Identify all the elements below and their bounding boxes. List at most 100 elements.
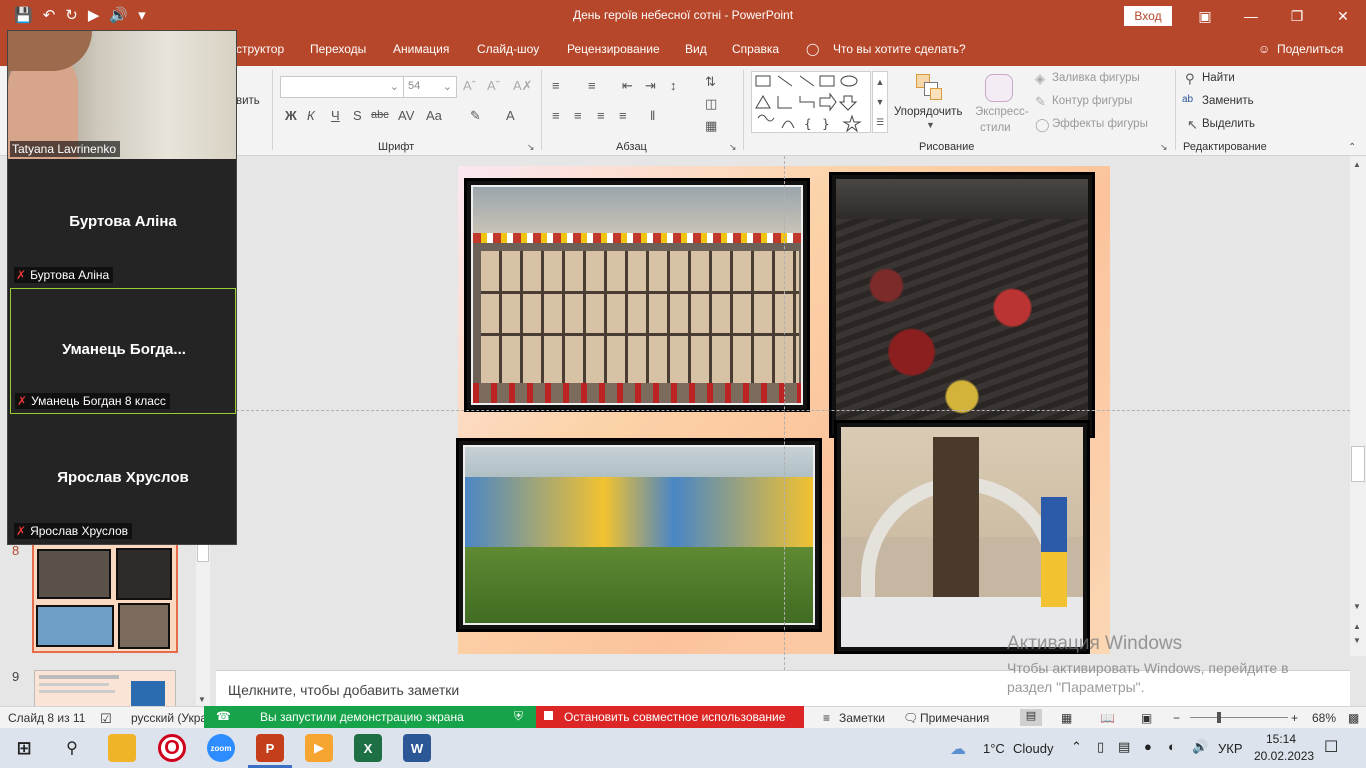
scroll-up-icon[interactable]: ▲ <box>1353 160 1361 169</box>
shapes-gallery-scroll[interactable]: ▲ ▼ ☰ <box>872 71 888 133</box>
quick-styles-button[interactable]: Экспресс- <box>975 106 1029 118</box>
shape-effects-button[interactable]: Эффекты фигуры <box>1052 118 1148 130</box>
tab-animation[interactable]: Анимация <box>393 42 449 56</box>
line-spacing-icon[interactable]: ↕ <box>670 78 677 93</box>
powerpoint-icon[interactable]: P <box>256 734 284 762</box>
clock-date[interactable]: 20.02.2023 <box>1254 749 1314 763</box>
slideshow-view-icon[interactable]: ▣ <box>1141 711 1152 725</box>
clear-format-icon[interactable]: A✗ <box>513 78 533 94</box>
align-center-icon[interactable]: ≡ <box>574 108 582 123</box>
zoom-out-button[interactable]: − <box>1173 711 1180 725</box>
align-left-icon[interactable]: ≡ <box>552 108 560 123</box>
slide-sorter-icon[interactable]: ▦ <box>1061 711 1072 725</box>
tab-transitions[interactable]: Переходы <box>310 42 366 56</box>
microphone-icon[interactable]: ● <box>1144 739 1152 754</box>
shape-fill-button[interactable]: Заливка фигуры <box>1052 72 1140 84</box>
language-indicator[interactable]: русский (Укра <box>131 711 207 725</box>
smartart-icon[interactable]: ▦ <box>705 118 717 134</box>
minimize-button[interactable]: — <box>1228 0 1274 32</box>
participant-tile[interactable]: Ярослав Хруслов ✗ Ярослав Хруслов <box>10 417 236 543</box>
ribbon-display-icon[interactable]: ▣ <box>1182 0 1228 32</box>
italic-button[interactable]: К <box>307 108 315 123</box>
thumbnail-scrollbar[interactable]: ▼ <box>196 536 210 706</box>
columns-icon[interactable]: ‖ <box>650 108 655 123</box>
weather-temperature[interactable]: 1°C <box>983 741 1005 756</box>
tell-me-search[interactable]: Что вы хотите сделать? <box>833 42 966 56</box>
search-icon[interactable]: ⚲ <box>58 734 86 762</box>
restore-button[interactable]: ❐ <box>1274 0 1320 32</box>
font-color-icon[interactable]: A <box>506 108 515 123</box>
next-slide-icon[interactable]: ▼ <box>1353 636 1361 645</box>
zoom-in-button[interactable]: + <box>1291 711 1298 725</box>
volume-icon[interactable]: 🔊 <box>1192 739 1208 755</box>
numbering-icon[interactable]: ≡ <box>588 78 596 93</box>
drawing-dialog-launcher-icon[interactable]: ↘ <box>1160 142 1168 153</box>
collapse-ribbon-icon[interactable]: ⌃ <box>1348 142 1356 153</box>
zoom-level[interactable]: 68% <box>1312 711 1336 725</box>
tab-slideshow[interactable]: Слайд-шоу <box>477 42 539 56</box>
photo-painted-fence[interactable] <box>456 438 822 632</box>
font-dialog-launcher-icon[interactable]: ↘ <box>527 142 535 153</box>
close-button[interactable]: ✕ <box>1320 0 1366 32</box>
notes-placeholder[interactable]: Щелкните, чтобы добавить заметки <box>228 682 459 698</box>
clock-time[interactable]: 15:14 <box>1266 732 1296 746</box>
zoom-slider[interactable] <box>1190 717 1288 718</box>
tab-help[interactable]: Справка <box>732 42 779 56</box>
notes-toggle-button[interactable]: Заметки <box>839 711 885 725</box>
font-name-combo[interactable]: ⌄ <box>280 76 404 98</box>
file-explorer-icon[interactable] <box>108 734 136 762</box>
paragraph-dialog-launcher-icon[interactable]: ↘ <box>729 142 737 153</box>
select-button[interactable]: Выделить <box>1202 118 1255 130</box>
shape-outline-button[interactable]: Контур фигуры <box>1052 95 1132 107</box>
photo-flowers-maidan[interactable] <box>829 172 1095 438</box>
grow-font-icon[interactable]: Aˆ <box>463 78 476 93</box>
char-spacing-button[interactable]: AV <box>398 108 414 123</box>
word-icon[interactable]: W <box>403 734 431 762</box>
spellcheck-icon[interactable]: ☑ <box>100 711 112 727</box>
slide-8-thumbnail[interactable] <box>32 543 178 653</box>
share-button[interactable]: Поделиться <box>1277 42 1343 56</box>
fit-slide-icon[interactable]: ▩ <box>1348 711 1359 725</box>
reading-view-icon[interactable]: 📖 <box>1100 711 1115 725</box>
arrange-button[interactable]: Упорядочить <box>894 106 962 118</box>
windows-start-icon[interactable]: ⊞ <box>10 734 38 762</box>
network-tray-icon[interactable]: ▤ <box>1118 739 1130 755</box>
stop-share-button[interactable]: Остановить совместное использование <box>536 706 804 728</box>
justify-icon[interactable]: ≡ <box>619 108 627 123</box>
underline-button[interactable]: Ч <box>331 108 340 123</box>
excel-icon[interactable]: X <box>354 734 382 762</box>
tab-design[interactable]: структор <box>236 42 284 56</box>
keyboard-language[interactable]: УКР <box>1218 741 1243 756</box>
show-hidden-icons[interactable]: ⌃ <box>1071 739 1082 755</box>
comments-button[interactable]: Примечания <box>920 711 989 725</box>
participant-tile[interactable]: Уманець Богда... ✗ Уманець Богдан 8 клас… <box>10 288 236 414</box>
shapes-gallery[interactable]: { } <box>751 71 871 133</box>
find-button[interactable]: Найти <box>1202 72 1235 84</box>
normal-view-icon[interactable]: ▤ <box>1020 709 1042 726</box>
bold-button[interactable]: Ж <box>285 108 297 123</box>
text-direction-icon[interactable]: ⇅ <box>705 74 716 90</box>
participant-tile[interactable]: Буртова Аліна ✗ Буртова Аліна <box>10 161 236 287</box>
shadow-button[interactable]: S <box>353 108 362 123</box>
align-right-icon[interactable]: ≡ <box>597 108 605 123</box>
decrease-indent-icon[interactable]: ⇤ <box>622 78 633 94</box>
font-size-combo[interactable]: 54 ⌄ <box>403 76 457 98</box>
opera-icon[interactable]: O <box>158 734 186 762</box>
notifications-icon[interactable]: ☐ <box>1324 737 1338 757</box>
bullets-icon[interactable]: ≡ <box>552 78 560 93</box>
align-text-icon[interactable]: ◫ <box>705 96 717 112</box>
zoom-slider-thumb[interactable] <box>1217 712 1221 723</box>
shrink-font-icon[interactable]: Aˇ <box>487 78 500 93</box>
increase-indent-icon[interactable]: ⇥ <box>645 78 656 94</box>
previous-slide-icon[interactable]: ▲ <box>1353 622 1361 631</box>
media-player-icon[interactable]: ▶ <box>305 734 333 762</box>
replace-button[interactable]: Заменить <box>1202 95 1254 107</box>
tab-review[interactable]: Рецензирование <box>567 42 660 56</box>
change-case-button[interactable]: Aa <box>426 108 442 123</box>
scroll-down-icon[interactable]: ▼ <box>1353 602 1361 611</box>
scroll-thumb[interactable] <box>1351 446 1365 482</box>
battery-icon[interactable]: ▯ <box>1097 739 1104 755</box>
tab-view[interactable]: Вид <box>685 42 707 56</box>
highlight-icon[interactable]: ✎ <box>470 108 481 124</box>
paste-label[interactable]: вить <box>236 95 260 107</box>
